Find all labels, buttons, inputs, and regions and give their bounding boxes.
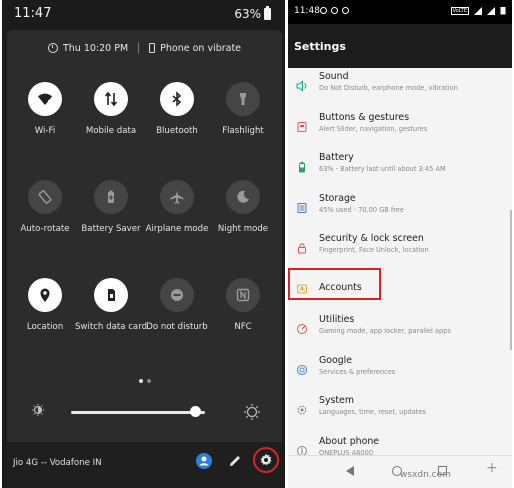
- signal-icon: [487, 6, 495, 15]
- settings-status-time: 11:48: [294, 6, 320, 16]
- vibrate-icon: [149, 43, 156, 53]
- tile-nfc[interactable]: NFC: [203, 278, 283, 332]
- status-indicators: VoLTE: [450, 6, 506, 15]
- page-title: Settings: [294, 40, 346, 53]
- flashlight-icon: [226, 82, 260, 116]
- settings-item-sound[interactable]: Sound Do Not Disturb, earphone mode, vib…: [288, 68, 512, 109]
- item-title: Sound: [319, 71, 349, 82]
- back-icon[interactable]: [346, 466, 354, 476]
- notification-icon: [342, 7, 349, 14]
- item-subtitle: 63% - Battery last until about 3:45 AM: [319, 165, 446, 173]
- signal-icon: [474, 6, 482, 15]
- item-subtitle: Services & preferences: [319, 367, 396, 376]
- bluetooth-icon: [160, 82, 194, 116]
- item-title: Buttons & gestures: [319, 111, 410, 123]
- settings-item-system[interactable]: System Languages, time, reset, updates: [288, 392, 512, 433]
- item-subtitle: Alert Slider, navigation, gestures: [319, 124, 428, 133]
- tile-night-mode[interactable]: Night mode: [203, 180, 283, 234]
- settings-item-buttons-gestures[interactable]: Buttons & gestures Alert Slider, navigat…: [288, 109, 512, 150]
- settings-item-storage[interactable]: Storage 45% used - 70.00 GB free: [288, 190, 512, 231]
- item-title: System: [319, 395, 354, 406]
- carrier-name: Jio 4G -- Vodafone IN: [13, 458, 102, 468]
- settings-gear-button[interactable]: [253, 447, 279, 473]
- settings-item-utilities[interactable]: Utilities Gaming mode, app locker, paral…: [288, 311, 512, 352]
- battery-icon: [299, 161, 305, 173]
- scrollbar[interactable]: [510, 210, 512, 350]
- settings-status-bar: 11:48 VoLTE: [288, 0, 512, 24]
- notification-icon: [331, 7, 338, 14]
- battery-icon: [264, 6, 271, 20]
- do-not-disturb-icon: [160, 278, 194, 312]
- quick-settings-footer: Jio 4G -- Vodafone IN: [7, 442, 282, 488]
- sim-card-icon: [94, 278, 128, 312]
- utilities-icon: [297, 324, 307, 334]
- google-icon: [296, 364, 308, 375]
- divider: [138, 42, 140, 54]
- page-indicator: [139, 379, 151, 383]
- buttons-icon: [297, 121, 307, 132]
- brightness-slider[interactable]: [71, 411, 205, 414]
- accounts-highlight: [288, 268, 381, 300]
- storage-icon: [297, 202, 307, 213]
- battery-saver-icon: [94, 180, 128, 214]
- brightness-control: [31, 400, 261, 424]
- status-time: 11:47: [14, 6, 52, 21]
- watermark: wsxdn.com: [400, 470, 451, 480]
- item-title: Google: [319, 354, 353, 366]
- sound-icon: [296, 80, 307, 92]
- battery-percent: 63%: [234, 7, 261, 21]
- wifi-icon: [28, 82, 62, 116]
- item-subtitle: Fingerprint, Face Unlock, location: [319, 246, 429, 254]
- brightness-low-icon: [31, 403, 45, 417]
- item-subtitle: Languages, time, reset, updates: [319, 408, 426, 416]
- system-icon: [297, 405, 307, 415]
- item-title: Utilities: [319, 314, 355, 325]
- item-subtitle: Do Not Disturb, earphone mode, vibration: [319, 84, 458, 92]
- page-dot: [147, 379, 151, 383]
- settings-item-battery[interactable]: Battery 63% - Battery last until about 3…: [288, 149, 512, 190]
- lock-icon: [298, 243, 306, 254]
- ring-mode-info[interactable]: Phone on vibrate: [149, 43, 241, 54]
- settings-screen: 11:48 VoLTE Settings Sound Do Not Distur…: [288, 0, 512, 488]
- alarm-clock-icon: [47, 43, 58, 53]
- item-subtitle: Gaming mode, app locker, parallel apps: [319, 327, 451, 335]
- item-title: Storage: [319, 192, 356, 204]
- plus-icon[interactable]: +: [486, 460, 498, 476]
- location-icon: [28, 278, 62, 312]
- night-mode-icon: [226, 180, 260, 214]
- nfc-icon: [226, 278, 260, 312]
- settings-item-google[interactable]: Google Services & preferences: [288, 352, 512, 393]
- brightness-slider-thumb[interactable]: [190, 406, 202, 417]
- info-bar: Thu 10:20 PM Phone on vibrate: [7, 38, 282, 58]
- status-bar: 11:47 63%: [2, 0, 285, 30]
- settings-item-security[interactable]: Security & lock screen Fingerprint, Face…: [288, 230, 512, 271]
- item-title: About phone: [319, 435, 380, 447]
- status-battery: 63%: [234, 6, 271, 21]
- auto-rotate-icon: [28, 180, 62, 214]
- quick-settings-card: Thu 10:20 PM Phone on vibrate Wi-Fi Mobi…: [7, 30, 282, 488]
- notification-icon: [320, 7, 327, 14]
- quick-settings-panel: 11:47 63% Thu 10:20 PM Phone on vibrate …: [2, 0, 285, 488]
- battery-icon: [500, 7, 506, 15]
- mobile-data-icon: [94, 82, 128, 116]
- alarm-info[interactable]: Thu 10:20 PM: [47, 43, 128, 54]
- volte-badge: VoLTE: [450, 6, 469, 15]
- brightness-auto-icon[interactable]: [243, 403, 261, 421]
- item-subtitle: 45% used - 70.00 GB free: [319, 205, 404, 214]
- airplane-icon: [160, 180, 194, 214]
- tile-flashlight[interactable]: Flashlight: [203, 82, 283, 136]
- item-title: Battery: [319, 152, 354, 163]
- gear-icon: [260, 453, 272, 466]
- edit-icon[interactable]: [227, 453, 243, 469]
- item-title: Security & lock screen: [319, 233, 424, 244]
- page-dot-active: [139, 379, 143, 383]
- user-icon[interactable]: [196, 453, 212, 469]
- settings-app-bar: Settings: [288, 24, 512, 68]
